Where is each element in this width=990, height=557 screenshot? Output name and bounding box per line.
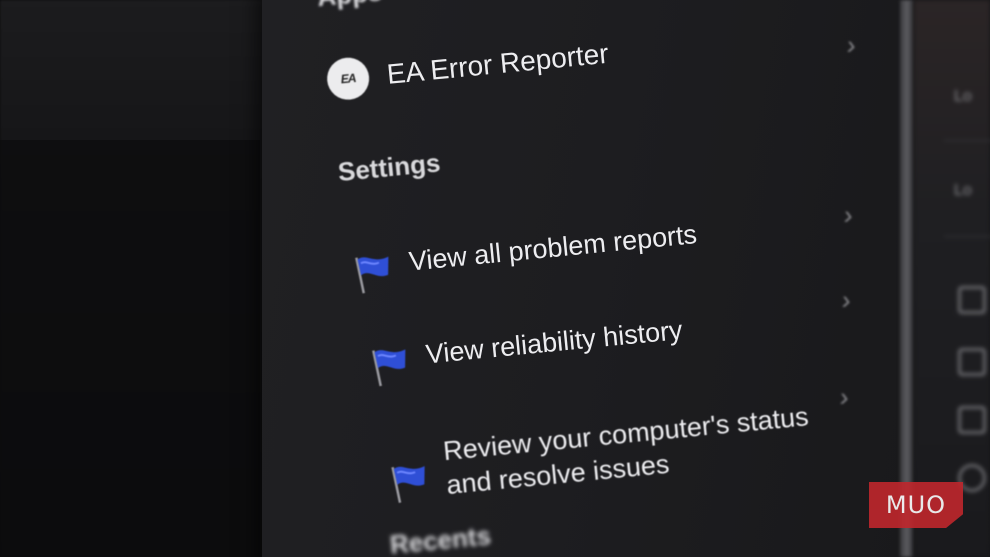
bezel-shadow — [0, 140, 260, 557]
result-label: EA Error Reporter — [385, 37, 610, 90]
result-label: Review your computer's status and resolv… — [442, 399, 814, 502]
ea-logo-text: EA — [340, 71, 357, 87]
ea-logo-icon: EA — [325, 55, 372, 102]
result-view-all-problem-reports[interactable]: View all problem reports — [348, 217, 700, 296]
pane-divider — [900, 0, 914, 557]
photo-stage: Apps EA EA Error Reporter Settings View … — [0, 0, 990, 557]
blue-flag-icon — [372, 349, 406, 387]
result-view-reliability-history[interactable]: View reliability history — [365, 313, 686, 389]
watermark-text: MUO — [885, 491, 947, 519]
section-heading-recents: Recents — [388, 520, 493, 557]
section-heading-settings: Settings — [336, 147, 442, 188]
preview-separator — [944, 236, 990, 237]
muo-watermark-logo: MUO — [869, 482, 963, 528]
result-label: View all problem reports — [407, 219, 699, 277]
search-results-content: Apps EA EA Error Reporter Settings View … — [254, 0, 957, 557]
blue-flag-icon — [391, 466, 425, 503]
file-location-icon[interactable] — [958, 406, 986, 434]
result-review-computer-status[interactable]: Review your computer's status and resolv… — [382, 399, 813, 508]
preview-blurred-label: Lo — [954, 182, 972, 199]
blue-flag-icon — [355, 256, 389, 294]
preview-separator — [944, 140, 990, 141]
result-ea-error-reporter[interactable]: EA EA Error Reporter — [325, 31, 610, 102]
search-results-panel: Apps EA EA Error Reporter Settings View … — [262, 0, 912, 557]
result-label: View reliability history — [424, 314, 684, 370]
run-as-admin-icon[interactable] — [958, 348, 986, 376]
preview-pane: Lo Lo — [914, 0, 990, 557]
section-heading-apps: Apps — [316, 0, 384, 13]
open-icon[interactable] — [958, 286, 986, 314]
preview-blurred-label: Lo — [954, 88, 972, 105]
